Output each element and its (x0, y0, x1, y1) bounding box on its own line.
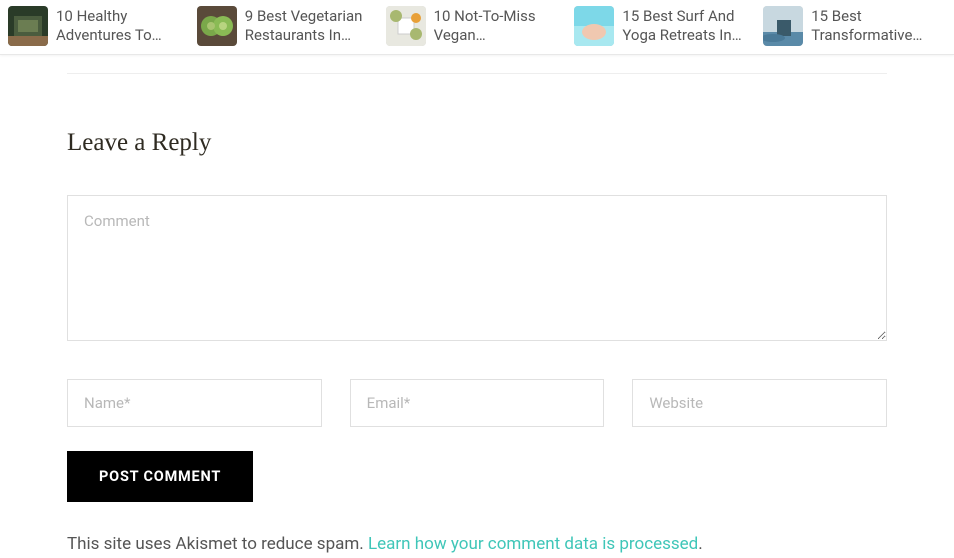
related-article-link[interactable]: 15 Best Transformative… (763, 6, 946, 46)
email-field[interactable] (350, 379, 605, 427)
related-article-link[interactable]: 9 Best Vegetarian Restaurants In… (197, 6, 380, 46)
leave-reply-heading: Leave a Reply (67, 129, 887, 157)
post-comment-button[interactable]: POST COMMENT (67, 451, 253, 502)
comment-fields-row (67, 379, 887, 427)
related-article-link[interactable]: 15 Best Surf And Yoga Retreats In… (574, 6, 757, 46)
akismet-text: This site uses Akismet to reduce spam. (67, 534, 368, 554)
content-divider (67, 73, 887, 74)
related-article-link[interactable]: 10 Not-To-Miss Vegan… (386, 6, 569, 46)
akismet-link[interactable]: Learn how your comment data is processed (368, 534, 698, 554)
comment-textarea[interactable] (67, 195, 887, 341)
akismet-notice: This site uses Akismet to reduce spam. L… (67, 532, 887, 558)
article-title: 15 Best Surf And Yoga Retreats In… (622, 7, 757, 46)
name-field[interactable] (67, 379, 322, 427)
article-thumbnail (8, 6, 48, 46)
article-title: 9 Best Vegetarian Restaurants In… (245, 7, 380, 46)
akismet-suffix: . (698, 534, 702, 554)
article-thumbnail (197, 6, 237, 46)
website-field[interactable] (632, 379, 887, 427)
main-content: Leave a Reply POST COMMENT This site use… (67, 73, 887, 558)
article-thumbnail (574, 6, 614, 46)
related-article-link[interactable]: 10 Healthy Adventures To… (8, 6, 191, 46)
article-thumbnail (763, 6, 803, 46)
article-title: 15 Best Transformative… (811, 7, 946, 46)
article-thumbnail (386, 6, 426, 46)
article-title: 10 Not-To-Miss Vegan… (434, 7, 569, 46)
related-articles-bar: 10 Healthy Adventures To… 9 Best Vegetar… (0, 0, 954, 55)
article-title: 10 Healthy Adventures To… (56, 7, 191, 46)
